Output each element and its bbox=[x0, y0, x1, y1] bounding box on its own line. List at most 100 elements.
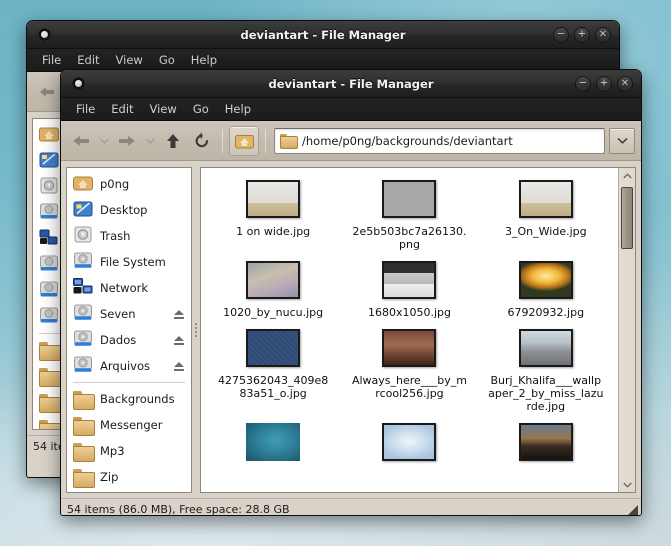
window-menu-icon[interactable] bbox=[72, 77, 85, 90]
sidebar-item-arquivos[interactable]: Arquivos bbox=[67, 353, 191, 379]
file-item[interactable] bbox=[205, 421, 341, 472]
reload-button[interactable] bbox=[188, 126, 216, 156]
sidebar-item-file-system[interactable]: File System bbox=[67, 249, 191, 275]
menu-help[interactable]: Help bbox=[184, 51, 224, 69]
file-name: 1680x1050.jpg bbox=[367, 306, 451, 319]
file-thumbnail bbox=[382, 423, 437, 461]
file-name: 3_On_Wide.jpg bbox=[505, 225, 587, 238]
arrow-right-icon bbox=[119, 135, 135, 146]
file-name: 1020_by_nucu.jpg bbox=[223, 306, 324, 319]
sidebar-splitter[interactable] bbox=[192, 167, 200, 493]
scroll-down-button[interactable] bbox=[619, 477, 635, 492]
close-button[interactable]: × bbox=[595, 26, 611, 43]
desktop-icon bbox=[39, 151, 59, 172]
home-folder-icon bbox=[73, 174, 93, 195]
file-item[interactable]: Burj_Khalifa___wallpaper_2_by_miss_lazur… bbox=[478, 327, 614, 417]
close-icon: × bbox=[620, 77, 630, 88]
reload-icon bbox=[195, 132, 209, 147]
window-menu-icon[interactable] bbox=[38, 28, 51, 41]
sidebar-item-network[interactable]: Network bbox=[67, 275, 191, 301]
places-sidebar[interactable]: p0ng Desktop Trash File System Network S… bbox=[66, 167, 192, 493]
menu-edit[interactable]: Edit bbox=[70, 51, 106, 69]
folder-icon bbox=[73, 416, 95, 436]
menu-view[interactable]: View bbox=[109, 51, 150, 69]
file-item[interactable]: 67920932.jpg bbox=[478, 259, 614, 323]
minimize-button[interactable]: − bbox=[553, 26, 569, 43]
toolbar-separator bbox=[222, 128, 223, 153]
menu-file[interactable]: File bbox=[35, 51, 68, 69]
window-controls-background: − + × bbox=[553, 26, 611, 43]
sidebar-item-messenger[interactable]: Messenger bbox=[67, 412, 191, 438]
home-button[interactable] bbox=[229, 125, 259, 156]
sidebar-item-zip[interactable]: Zip bbox=[67, 464, 191, 490]
file-item[interactable]: 4275362043_409e883a51_o.jpg bbox=[205, 327, 341, 417]
forward-button[interactable] bbox=[113, 126, 141, 156]
file-thumbnail bbox=[382, 329, 437, 367]
path-dropdown-button[interactable] bbox=[609, 127, 635, 154]
menu-file[interactable]: File bbox=[69, 100, 102, 118]
back-button[interactable] bbox=[67, 126, 95, 156]
file-item[interactable]: 1 on wide.jpg bbox=[205, 178, 341, 255]
maximize-button[interactable]: + bbox=[596, 75, 612, 92]
file-item[interactable]: 2e5b503bc7a26130.png bbox=[341, 178, 477, 255]
menu-view[interactable]: View bbox=[143, 100, 184, 118]
sidebar-item-desktop[interactable]: Desktop bbox=[67, 197, 191, 223]
eject-icon[interactable] bbox=[174, 335, 185, 346]
sidebar-item-label: Trash bbox=[100, 229, 131, 243]
scrollbar-track[interactable] bbox=[619, 183, 635, 477]
file-item[interactable] bbox=[478, 421, 614, 472]
close-icon: × bbox=[598, 28, 608, 39]
folder-icon bbox=[39, 341, 61, 361]
file-name: 2e5b503bc7a26130.png bbox=[352, 225, 467, 251]
drive-icon bbox=[73, 252, 93, 273]
sidebar-separator bbox=[73, 382, 185, 383]
chevron-down-icon bbox=[622, 482, 632, 488]
scrollbar-thumb[interactable] bbox=[621, 187, 633, 249]
vertical-scrollbar[interactable] bbox=[618, 168, 635, 492]
file-item[interactable]: 1020_by_nucu.jpg bbox=[205, 259, 341, 323]
sidebar-item-mp3[interactable]: Mp3 bbox=[67, 438, 191, 464]
file-icon-view[interactable]: 1 on wide.jpg 2e5b503bc7a26130.png 3_On_… bbox=[201, 168, 618, 492]
sidebar-item-label: Arquivos bbox=[100, 359, 151, 373]
menu-help[interactable]: Help bbox=[218, 100, 258, 118]
chevron-up-icon bbox=[622, 172, 632, 178]
minimize-button[interactable]: − bbox=[575, 75, 591, 92]
eject-icon[interactable] bbox=[174, 361, 185, 372]
file-item[interactable] bbox=[341, 421, 477, 472]
file-thumbnail bbox=[518, 329, 573, 367]
forward-history-button[interactable] bbox=[142, 126, 158, 156]
back-button[interactable] bbox=[33, 77, 61, 107]
file-thumbnail bbox=[246, 329, 301, 367]
file-thumbnail bbox=[518, 423, 573, 461]
file-manager-window-active[interactable]: deviantart - File Manager − + × File Edi… bbox=[60, 69, 642, 516]
sidebar-item-seven[interactable]: Seven bbox=[67, 301, 191, 327]
sidebar-item-label: Mp3 bbox=[100, 444, 125, 458]
file-item[interactable]: Always_here___by_mrcool256.jpg bbox=[341, 327, 477, 417]
sidebar-item-label: File System bbox=[100, 255, 166, 269]
eject-icon[interactable] bbox=[174, 309, 185, 320]
window-title-active: deviantart - File Manager bbox=[268, 76, 434, 91]
file-item[interactable]: 3_On_Wide.jpg bbox=[478, 178, 614, 255]
scroll-up-button[interactable] bbox=[619, 168, 635, 183]
sidebar-item-p0ng[interactable]: p0ng bbox=[67, 171, 191, 197]
sidebar-item-label: Network bbox=[100, 281, 149, 295]
maximize-button[interactable]: + bbox=[574, 26, 590, 43]
sidebar-item-trash[interactable]: Trash bbox=[67, 223, 191, 249]
up-button[interactable] bbox=[159, 126, 187, 156]
folder-icon bbox=[280, 134, 298, 149]
home-folder-icon bbox=[234, 134, 254, 148]
sidebar-item-backgrounds[interactable]: Backgrounds bbox=[67, 386, 191, 412]
sidebar-item-dados[interactable]: Dados bbox=[67, 327, 191, 353]
file-item[interactable]: 1680x1050.jpg bbox=[341, 259, 477, 323]
chevron-down-icon bbox=[616, 137, 628, 144]
titlebar-background-window[interactable]: deviantart - File Manager − + × bbox=[27, 21, 619, 49]
arrow-up-icon bbox=[167, 133, 179, 148]
menu-go[interactable]: Go bbox=[186, 100, 216, 118]
resize-grip-icon[interactable] bbox=[625, 505, 638, 515]
titlebar-active-window[interactable]: deviantart - File Manager − + × bbox=[61, 70, 641, 98]
menu-edit[interactable]: Edit bbox=[104, 100, 140, 118]
path-entry[interactable]: /home/p0ng/backgrounds/deviantart bbox=[274, 127, 605, 154]
menu-go[interactable]: Go bbox=[152, 51, 182, 69]
close-button[interactable]: × bbox=[617, 75, 633, 92]
back-history-button[interactable] bbox=[96, 126, 112, 156]
